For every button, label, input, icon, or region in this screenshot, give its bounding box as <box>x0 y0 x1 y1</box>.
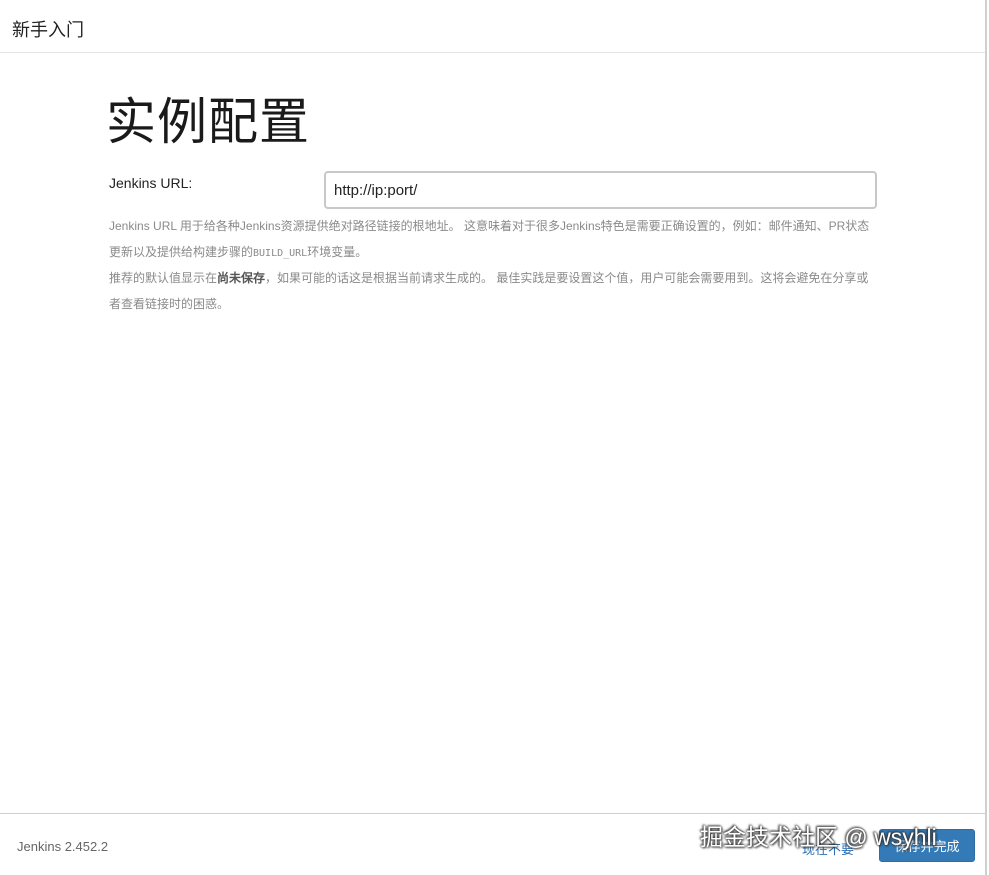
not-saved-emphasis: 尚未保存 <box>217 271 266 285</box>
help-paragraph-2: 推荐的默认值显示在尚未保存，如果可能的话这是根据当前请求生成的。 最佳实践是要设… <box>109 271 869 311</box>
jenkins-url-input[interactable] <box>324 171 877 209</box>
skip-link[interactable]: 现在不要 <box>802 839 854 858</box>
jenkins-version: Jenkins 2.452.2 <box>17 839 109 854</box>
setup-wizard-window: 新手入门 实例配置 Jenkins URL: Jenkins URL 用于给各种… <box>0 0 987 875</box>
build-url-code: BUILD_URL <box>253 247 308 259</box>
save-and-finish-button[interactable]: 保存并完成 <box>879 829 975 862</box>
url-help-text: Jenkins URL 用于给各种Jenkins资源提供绝对路径链接的根地址。 … <box>109 214 879 317</box>
help-paragraph-1: Jenkins URL 用于给各种Jenkins资源提供绝对路径链接的根地址。 … <box>109 219 870 259</box>
jenkins-url-label: Jenkins URL: <box>109 175 193 191</box>
wizard-title: 新手入门 <box>12 20 84 40</box>
page-title: 实例配置 <box>106 94 310 150</box>
wizard-header: 新手入门 <box>0 0 985 53</box>
wizard-footer: Jenkins 2.452.2 现在不要 保存并完成 <box>0 813 985 875</box>
